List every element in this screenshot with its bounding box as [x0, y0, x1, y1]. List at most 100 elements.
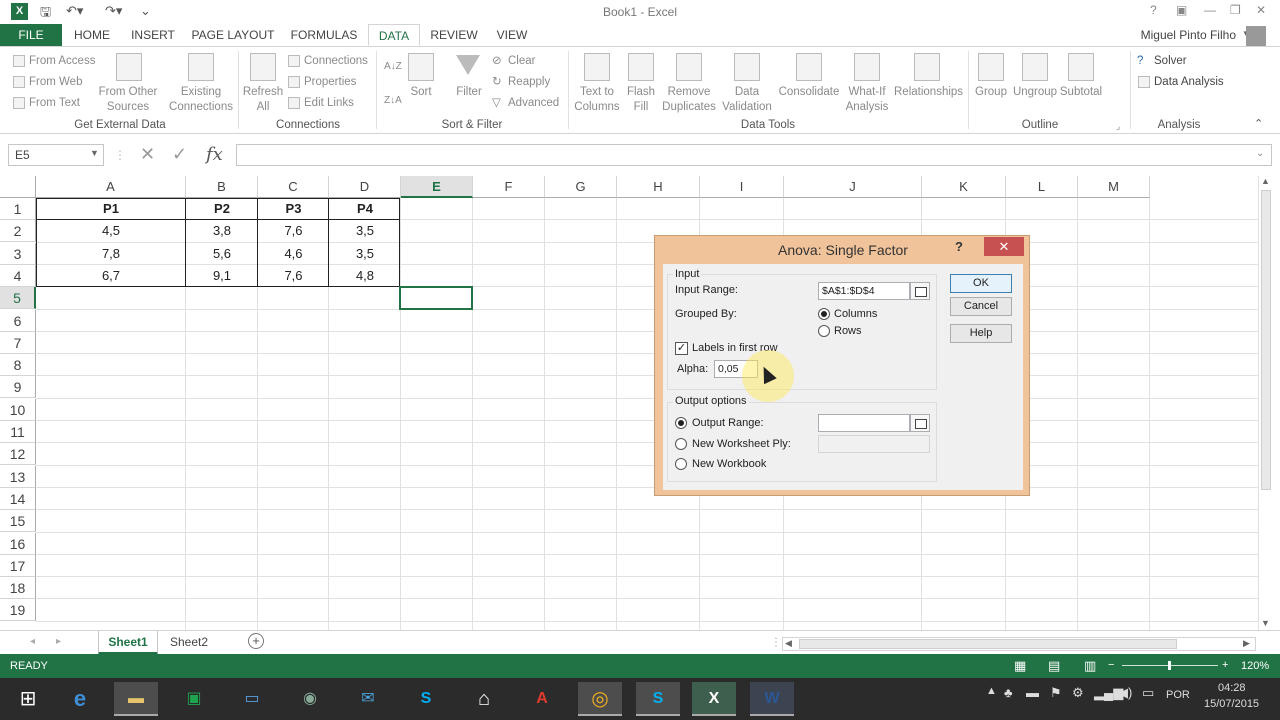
user-name[interactable]: Miguel Pinto Filho: [1141, 28, 1236, 42]
text-to-columns-button[interactable]: Text to Columns: [572, 85, 622, 115]
store-icon[interactable]: ▣: [172, 682, 216, 716]
tab-review[interactable]: REVIEW: [426, 24, 482, 46]
column-header-d[interactable]: D: [329, 176, 401, 198]
select-all-corner[interactable]: [0, 176, 36, 198]
plus-circle-icon[interactable]: +: [248, 633, 264, 649]
row-header-5[interactable]: 5: [0, 287, 36, 310]
subtotal-button[interactable]: Subtotal: [1058, 85, 1104, 100]
filter-button[interactable]: Filter: [450, 85, 488, 100]
acrobat-icon[interactable]: A: [520, 682, 564, 716]
output-range-radio[interactable]: [675, 417, 687, 429]
formula-input[interactable]: [236, 144, 1272, 166]
outline-launcher-icon[interactable]: ⌟: [1116, 119, 1120, 134]
ribbon-display-icon[interactable]: ▣: [1176, 3, 1187, 17]
skype-icon[interactable]: S: [404, 682, 448, 716]
row-header-15[interactable]: 15: [0, 510, 36, 533]
row-header-10[interactable]: 10: [0, 398, 36, 421]
zoom-in-icon[interactable]: +: [1222, 659, 1228, 671]
tab-view[interactable]: VIEW: [488, 24, 536, 46]
file-explorer-icon[interactable]: ▬: [114, 682, 158, 716]
row-header-2[interactable]: 2: [0, 220, 36, 243]
excel-taskbar-icon[interactable]: X: [692, 682, 736, 716]
page-break-view-icon[interactable]: ▥: [1084, 658, 1096, 674]
tab-file[interactable]: FILE: [0, 24, 62, 46]
skype-alt-icon[interactable]: S: [636, 682, 680, 716]
labels-first-row-checkbox[interactable]: ✓: [675, 342, 688, 355]
windows-logo-icon[interactable]: ⊞: [6, 682, 50, 716]
zoom-level[interactable]: 120%: [1241, 660, 1269, 672]
tray-device-icon[interactable]: ▭: [1142, 685, 1154, 701]
collapse-ribbon-icon[interactable]: ⌃: [1254, 117, 1263, 132]
ok-button[interactable]: OK: [950, 274, 1012, 293]
avatar[interactable]: [1246, 26, 1266, 46]
relationships-button[interactable]: Relationships: [894, 85, 963, 100]
column-header-g[interactable]: G: [545, 176, 617, 198]
grouped-columns-radio[interactable]: [818, 308, 830, 320]
what-if-analysis-button[interactable]: What-If Analysis: [842, 85, 892, 115]
row-header-16[interactable]: 16: [0, 532, 36, 555]
cancel-button[interactable]: Cancel: [950, 297, 1012, 316]
edit-links-button[interactable]: Edit Links: [304, 96, 354, 111]
column-header-m[interactable]: M: [1078, 176, 1150, 198]
tab-data[interactable]: DATA: [368, 24, 420, 46]
row-header-6[interactable]: 6: [0, 309, 36, 332]
clock-date[interactable]: 15/07/2015: [1204, 698, 1259, 710]
reapply-button[interactable]: Reapply: [508, 75, 550, 90]
row-header-12[interactable]: 12: [0, 443, 36, 466]
help-button[interactable]: Help: [950, 324, 1012, 343]
column-header-b[interactable]: B: [186, 176, 258, 198]
word-icon[interactable]: W: [750, 682, 794, 716]
new-workbook-radio[interactable]: [675, 458, 687, 470]
input-range-field[interactable]: $A$1:$D$4: [818, 282, 910, 300]
column-header-h[interactable]: H: [617, 176, 700, 198]
group-button[interactable]: Group: [972, 85, 1010, 100]
remote-desktop-icon[interactable]: ▭: [230, 682, 274, 716]
expand-formula-icon[interactable]: ⌄: [1256, 148, 1264, 159]
grouped-rows-label[interactable]: Rows: [834, 325, 862, 337]
language-indicator[interactable]: POR: [1166, 689, 1190, 701]
column-header-e[interactable]: E: [401, 176, 473, 198]
tray-expand-icon[interactable]: ▲: [986, 685, 997, 697]
new-workbook-label[interactable]: New Workbook: [692, 458, 766, 470]
enter-icon[interactable]: ✓: [172, 144, 187, 165]
chrome-icon[interactable]: ◎: [578, 682, 622, 716]
tray-monitor-icon[interactable]: ▬: [1026, 685, 1039, 700]
clock-time[interactable]: 04:28: [1218, 682, 1246, 694]
tab-formulas[interactable]: FORMULAS: [284, 24, 364, 46]
sort-button[interactable]: Sort: [402, 85, 440, 100]
consolidate-button[interactable]: Consolidate: [778, 85, 840, 100]
column-header-i[interactable]: I: [700, 176, 784, 198]
grouped-columns-label[interactable]: Columns: [834, 308, 877, 320]
tray-gear-icon[interactable]: ⚙: [1072, 685, 1084, 701]
tray-app-icon[interactable]: ♣: [1004, 685, 1013, 700]
output-range-collapse-icon[interactable]: [910, 414, 930, 432]
column-header-l[interactable]: L: [1006, 176, 1078, 198]
zoom-out-icon[interactable]: −: [1108, 659, 1114, 671]
sort-za-icon[interactable]: Z↓A: [384, 93, 402, 108]
minimize-icon[interactable]: —: [1204, 3, 1216, 17]
sheet-tab-sheet2[interactable]: Sheet2: [162, 631, 216, 655]
row-header-4[interactable]: 4: [0, 264, 36, 287]
prev-sheet-icon[interactable]: ◂: [30, 636, 35, 647]
properties-button[interactable]: Properties: [304, 75, 356, 90]
row-header-1[interactable]: 1: [0, 198, 36, 220]
flash-fill-button[interactable]: Flash Fill: [622, 85, 660, 115]
from-web-button[interactable]: From Web: [29, 75, 82, 90]
page-layout-view-icon[interactable]: ▤: [1048, 658, 1060, 674]
column-header-c[interactable]: C: [258, 176, 329, 198]
row-header-8[interactable]: 8: [0, 354, 36, 377]
scroll-right-icon[interactable]: ▶: [1243, 638, 1250, 649]
cancel-icon[interactable]: ✕: [140, 144, 155, 165]
scroll-left-icon[interactable]: ◀: [785, 638, 792, 649]
internet-explorer-icon[interactable]: e: [58, 682, 102, 716]
remove-duplicates-button[interactable]: Remove Duplicates: [660, 85, 718, 115]
from-other-sources-button[interactable]: From Other Sources: [96, 85, 160, 115]
output-range-label[interactable]: Output Range:: [692, 417, 764, 429]
row-header-18[interactable]: 18: [0, 577, 36, 600]
help-icon[interactable]: ?: [1150, 3, 1157, 17]
sort-az-icon[interactable]: A↓Z: [384, 59, 402, 74]
input-range-collapse-icon[interactable]: [910, 282, 930, 300]
dialog-close-button[interactable]: ✕: [984, 237, 1024, 256]
clear-button[interactable]: Clear: [508, 54, 535, 69]
vertical-scroll-thumb[interactable]: [1261, 190, 1271, 490]
